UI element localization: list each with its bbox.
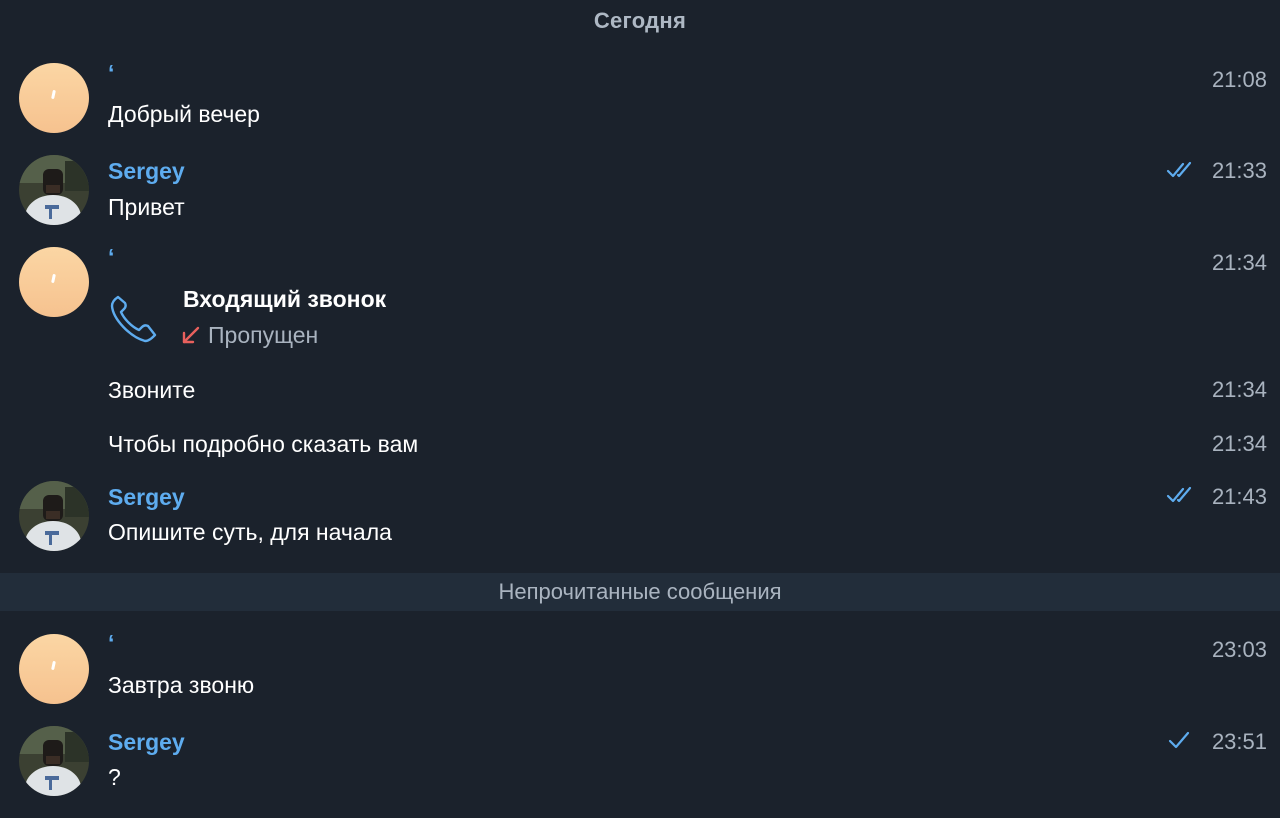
sender-name[interactable]: Sergey (108, 484, 185, 511)
double-check-icon (1166, 161, 1192, 178)
sender-name[interactable]: ʻ (108, 244, 114, 271)
avatar[interactable] (19, 247, 89, 317)
message-text: Звоните (108, 377, 196, 403)
message-time: 23:51 (1211, 729, 1267, 754)
double-check-icon (1166, 486, 1192, 503)
message-time: 21:34 (1211, 250, 1267, 275)
message-text: Привет (108, 194, 185, 220)
chat-history: Сегодня ʻ Добрый вечер 21:08 Sergey Прив… (0, 0, 1280, 818)
avatar[interactable] (19, 63, 89, 133)
message-time: 21:34 (1211, 377, 1267, 402)
sender-name[interactable]: Sergey (108, 729, 185, 756)
phone-icon[interactable] (108, 291, 162, 345)
sender-name[interactable]: Sergey (108, 158, 185, 185)
single-check-icon (1168, 731, 1190, 749)
message-text: Завтра звоню (108, 672, 255, 698)
message-time: 23:03 (1211, 637, 1267, 662)
avatar[interactable] (19, 726, 89, 796)
avatar[interactable] (19, 634, 89, 704)
call-title: Входящий звонок (183, 286, 387, 312)
message-text: Опишите суть, для начала (108, 519, 392, 545)
call-status-label: Пропущен (208, 322, 319, 348)
message-time: 21:08 (1211, 67, 1267, 92)
avatar[interactable] (19, 481, 89, 551)
sender-name[interactable]: ʻ (108, 60, 114, 87)
date-separator: Сегодня (593, 8, 687, 33)
message-text: Чтобы подробно сказать вам (108, 431, 419, 457)
message-time: 21:34 (1211, 431, 1267, 456)
message-text: ? (108, 764, 121, 790)
message-time: 21:33 (1211, 158, 1267, 183)
missed-call-arrow-icon (182, 326, 200, 344)
avatar[interactable] (19, 155, 89, 225)
sender-name[interactable]: ʻ (108, 630, 114, 657)
message-time: 21:43 (1211, 484, 1267, 509)
unread-messages-separator: Непрочитанные сообщения (0, 573, 1280, 611)
call-status: Пропущен (180, 322, 318, 349)
message-text: Добрый вечер (108, 101, 260, 127)
